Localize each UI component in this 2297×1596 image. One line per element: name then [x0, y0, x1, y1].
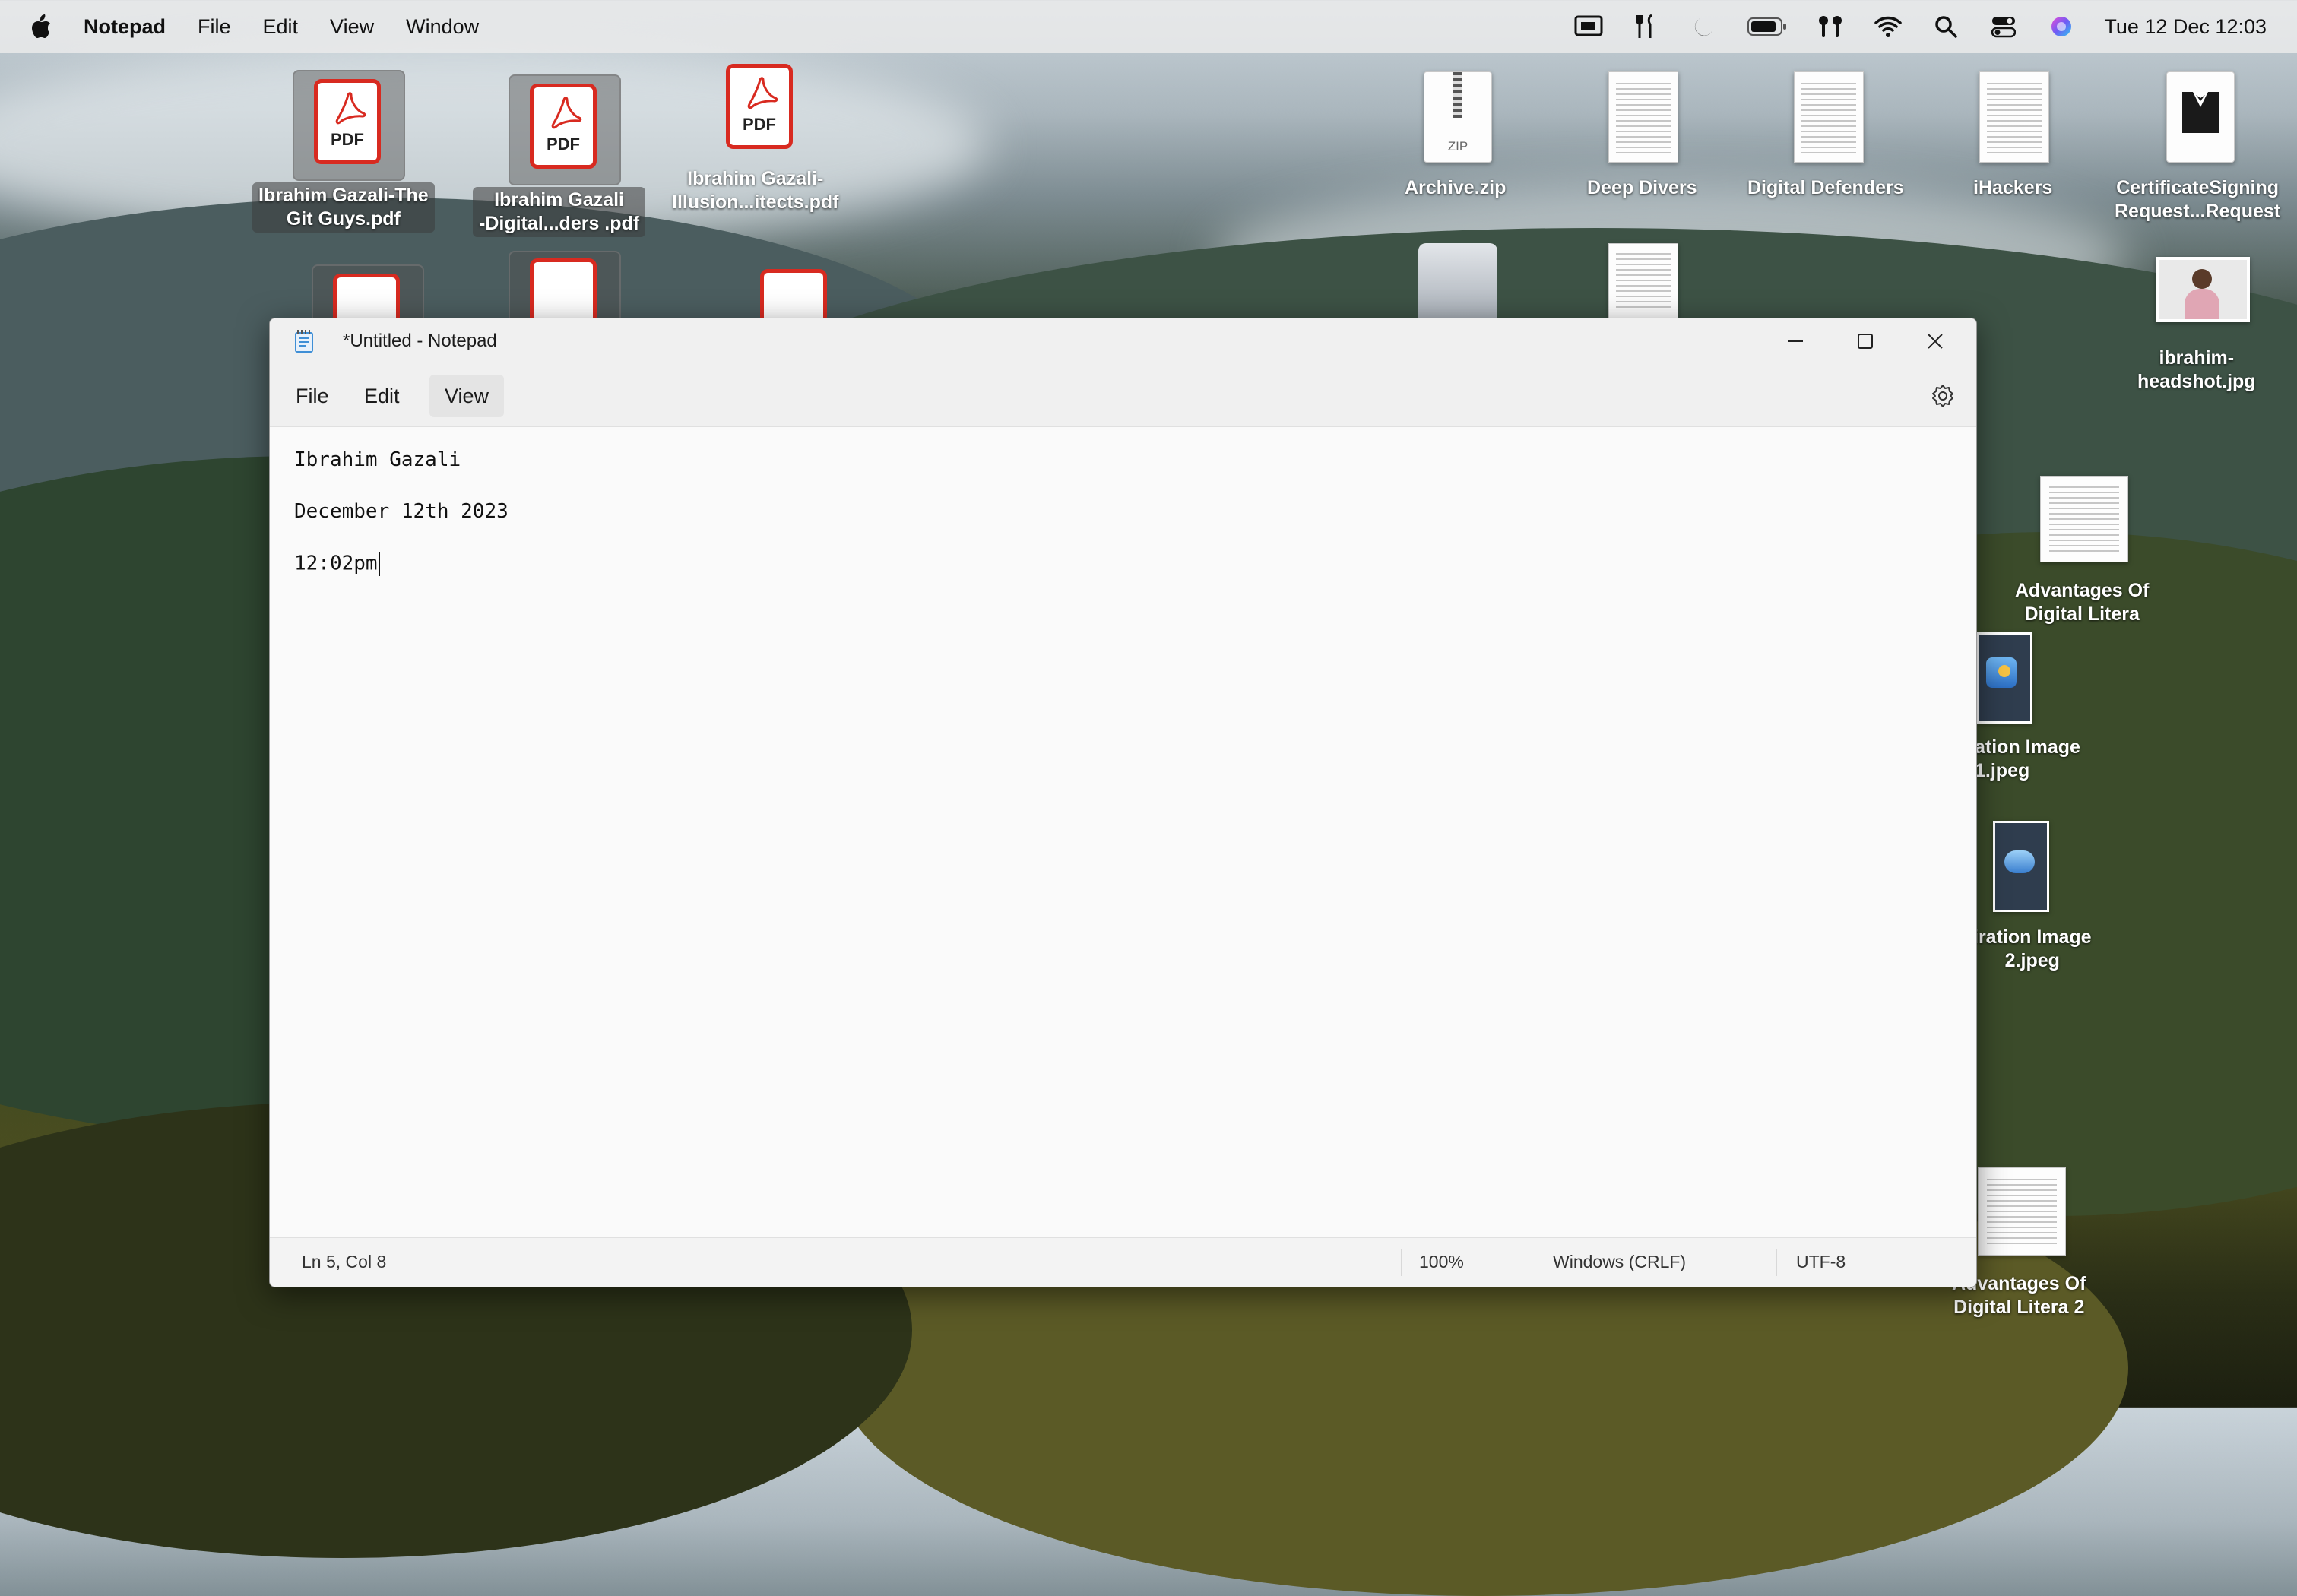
weather-icon	[2004, 850, 2035, 873]
desktop-label-line: 2.jpeg	[2004, 950, 2060, 971]
desktop-label-line: iHackers	[1973, 177, 2053, 198]
desktop-label-line: Deep Divers	[1587, 177, 1697, 198]
text-caret	[378, 552, 380, 576]
desktop-label-line: Git Guys.pdf	[286, 208, 401, 230]
notepad-menubar: File Edit View	[270, 364, 1976, 427]
maximize-button[interactable]	[1830, 318, 1900, 364]
window-title: *Untitled - Notepad	[343, 331, 497, 351]
maximize-icon	[1858, 334, 1873, 349]
line-ending[interactable]: Windows (CRLF)	[1553, 1252, 1686, 1272]
desktop-label-line: Advantages Of	[2015, 580, 2150, 601]
desktop-label-line: Digital Litera 2	[1953, 1297, 2085, 1318]
menubar-clock[interactable]: Tue 12 Dec 12:03	[2104, 15, 2267, 39]
desktop-label-line: 1.jpeg	[1975, 760, 2030, 781]
menubar-window[interactable]: Window	[406, 15, 479, 39]
minimize-button[interactable]	[1760, 318, 1830, 364]
desktop-label-line: CertificateSigning	[2116, 177, 2280, 198]
desktop-label-line: Archive.zip	[1405, 177, 1507, 198]
airpods-icon[interactable]	[1815, 11, 1846, 42]
tools-icon[interactable]	[1631, 11, 1662, 42]
status-divider	[1401, 1249, 1402, 1276]
editor-line: Ibrahim Gazali	[294, 448, 461, 471]
settings-gear-icon[interactable]	[1931, 384, 1955, 408]
pdf-icon-text: PDF	[547, 135, 580, 154]
close-icon	[1928, 334, 1943, 349]
desktop-label-line: Ibrahim Gazali	[494, 189, 624, 211]
desktop-label-line: Ibrahim Gazali-	[687, 168, 824, 189]
cursor-position: Ln 5, Col 8	[302, 1252, 387, 1271]
desktop-label-line: Digital Litera	[2024, 603, 2140, 625]
zipper-icon	[1453, 72, 1462, 118]
notepad-menu-view[interactable]: View	[429, 375, 505, 417]
desktop-label-line: Request...Request	[2115, 201, 2281, 222]
search-icon[interactable]	[1931, 11, 1961, 42]
notepad-app-icon	[295, 330, 313, 353]
zip-icon-text: ZIP	[1447, 139, 1468, 154]
siri-icon[interactable]	[2046, 11, 2077, 42]
menubar-app-name[interactable]: Notepad	[84, 15, 166, 39]
control-center-icon[interactable]	[1988, 11, 2019, 42]
person-photo-icon	[2192, 269, 2212, 289]
apple-logo-icon[interactable]	[30, 14, 52, 39]
editor-line: December 12th 2023	[294, 500, 509, 523]
editor-line: 12:02pm	[294, 552, 378, 575]
desktop-label-line: iration Image	[1973, 926, 2092, 948]
status-divider	[1776, 1249, 1777, 1276]
screen-mirroring-icon[interactable]	[1573, 11, 1604, 42]
pdf-icon-text: PDF	[743, 115, 776, 134]
desktop-label-line: Illusion...itects.pdf	[672, 192, 839, 213]
macos-menubar: Notepad File Edit View Window Tue 12 Dec…	[0, 0, 2297, 53]
desktop-label-line: Digital Defenders	[1747, 177, 1904, 198]
notepad-menu-file[interactable]: File	[280, 375, 344, 417]
notepad-menu-edit[interactable]: Edit	[349, 375, 415, 417]
desktop-label-line: ation Image	[1975, 736, 2080, 758]
certificate-icon	[2182, 92, 2219, 133]
close-button[interactable]	[1900, 318, 1970, 364]
wifi-icon[interactable]	[1873, 11, 1903, 42]
encoding[interactable]: UTF-8	[1796, 1252, 1846, 1272]
acrobat-icon	[551, 97, 582, 129]
menubar-edit[interactable]: Edit	[263, 15, 299, 39]
acrobat-icon	[335, 92, 366, 125]
desktop-label-line: headshot.jpg	[2137, 371, 2256, 392]
desktop-label-line: -Digital...ders .pdf	[479, 213, 640, 234]
text-editor-area[interactable]: Ibrahim Gazali December 12th 2023 12:02p…	[270, 427, 1976, 1237]
acrobat-icon	[747, 77, 778, 109]
status-bar: Ln 5, Col 8 100% Windows (CRLF) UTF-8	[270, 1237, 1976, 1287]
zoom-level[interactable]: 100%	[1419, 1252, 1464, 1272]
notepad-window[interactable]: *Untitled - Notepad File Edit View Ibrah…	[269, 318, 1977, 1287]
menubar-file[interactable]: File	[198, 15, 231, 39]
battery-icon[interactable]	[1747, 11, 1788, 42]
desktop-label-line: Ibrahim Gazali-The	[258, 185, 429, 206]
moon-icon[interactable]	[1689, 11, 1719, 42]
pdf-icon-text: PDF	[331, 130, 364, 149]
minimize-icon	[1788, 340, 1803, 342]
desktop-drive-partial[interactable]	[1418, 243, 1497, 318]
notepad-titlebar[interactable]: *Untitled - Notepad	[270, 318, 1976, 364]
desktop-label-line: ibrahim-	[2159, 347, 2235, 369]
menubar-view[interactable]: View	[330, 15, 374, 39]
